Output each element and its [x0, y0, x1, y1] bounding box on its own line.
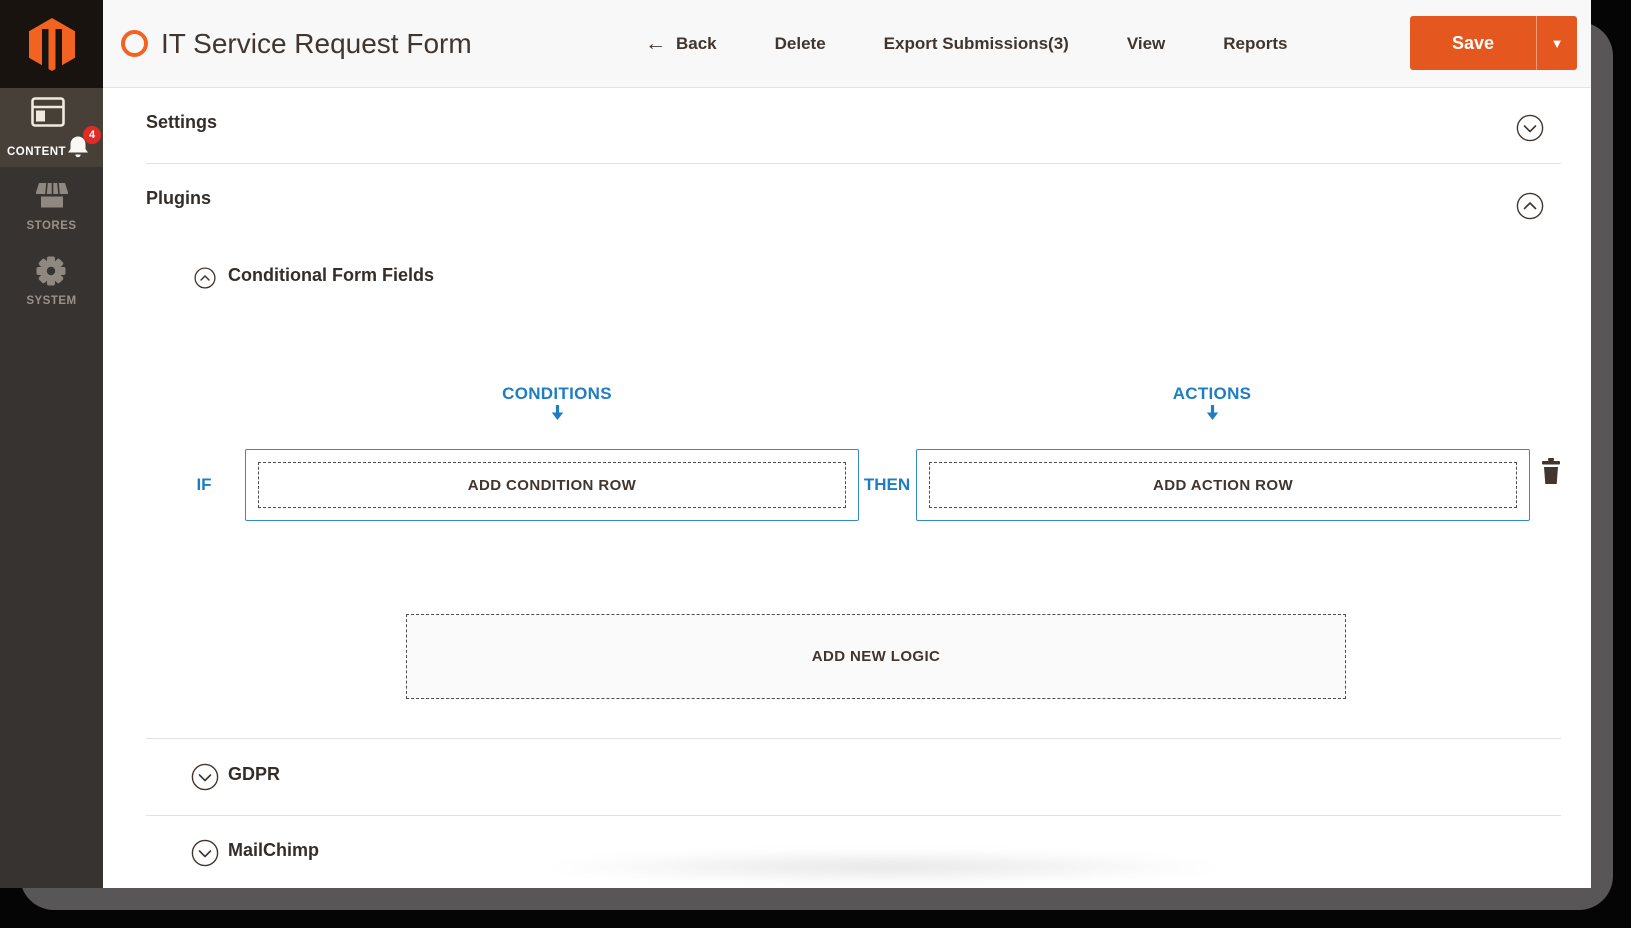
orange-ring-icon [121, 30, 148, 57]
conditions-box: ADD CONDITION ROW [245, 449, 859, 521]
sidebar-item-label: STORES [26, 220, 77, 232]
notifications-bell[interactable]: 4 [65, 126, 101, 162]
chevron-down-circle-icon [191, 763, 219, 791]
conditional-fields-collapse-button[interactable] [194, 267, 216, 289]
arrow-down-icon [550, 405, 565, 421]
scroll-shadow [543, 851, 1223, 883]
admin-window: CONTENT 4 STORES SYSTEM IT Service Reque… [0, 0, 1591, 888]
gear-icon [36, 256, 66, 291]
chevron-up-circle-icon [194, 267, 216, 289]
sidebar-item-content[interactable]: CONTENT 4 [0, 88, 103, 167]
accordion-plugins[interactable]: Plugins [146, 188, 211, 209]
chevron-up-circle-icon [1516, 192, 1544, 220]
reports-button[interactable]: Reports [1223, 34, 1287, 54]
delete-button[interactable]: Delete [775, 34, 826, 54]
if-label: IF [196, 475, 212, 494]
arrow-down-icon [1205, 405, 1220, 421]
notification-badge: 4 [83, 126, 101, 144]
desktop-background: CONTENT 4 STORES SYSTEM IT Service Reque… [0, 0, 1631, 928]
sidebar-item-system[interactable]: SYSTEM [0, 252, 103, 307]
save-button[interactable]: Save [1410, 16, 1536, 70]
back-arrow-icon: ← [645, 32, 666, 55]
storefront-icon [35, 181, 69, 214]
page-header: IT Service Request Form ← Back Delete Ex… [103, 0, 1591, 88]
mailchimp-expand-button[interactable] [191, 839, 219, 867]
actions-box: ADD ACTION ROW [916, 449, 1530, 521]
sidebar-item-stores[interactable]: STORES [0, 177, 103, 232]
mailchimp-title[interactable]: MailChimp [228, 840, 319, 861]
form-editor-panel: Settings Plugins Conditional Form Fields… [103, 88, 1591, 888]
save-split-button: Save ▼ [1410, 16, 1577, 70]
view-button[interactable]: View [1127, 34, 1165, 54]
plugins-collapse-button[interactable] [1516, 192, 1544, 220]
content-layout-icon [31, 97, 65, 132]
sidebar-item-label: SYSTEM [26, 295, 77, 307]
then-label: THEN [863, 475, 911, 494]
add-new-logic-button[interactable]: ADD NEW LOGIC [406, 614, 1346, 699]
add-condition-row-button[interactable]: ADD CONDITION ROW [258, 462, 846, 508]
back-label: Back [676, 33, 717, 53]
title-wrap: IT Service Request Form [121, 0, 472, 87]
export-submissions-button[interactable]: Export Submissions(3) [884, 34, 1069, 54]
trash-icon [1542, 458, 1560, 484]
section-divider [146, 738, 1561, 739]
actions-header: ACTIONS [1172, 384, 1252, 403]
chevron-down-circle-icon [1516, 114, 1544, 142]
conditions-header: CONDITIONS [502, 384, 612, 403]
conditional-fields-title[interactable]: Conditional Form Fields [228, 265, 434, 286]
delete-logic-button[interactable] [1540, 458, 1562, 484]
page-title: IT Service Request Form [161, 27, 472, 59]
sidebar: CONTENT 4 STORES SYSTEM [0, 0, 103, 888]
caret-down-icon: ▼ [1550, 35, 1564, 51]
chevron-down-circle-icon [191, 839, 219, 867]
section-divider [146, 163, 1561, 164]
section-divider [146, 815, 1561, 816]
settings-expand-button[interactable] [1516, 114, 1544, 142]
magento-logo-icon [28, 17, 75, 71]
magento-logo[interactable] [0, 0, 103, 88]
add-action-row-button[interactable]: ADD ACTION ROW [929, 462, 1517, 508]
gdpr-title[interactable]: GDPR [228, 764, 280, 785]
sidebar-item-label: CONTENT [7, 146, 67, 158]
gdpr-expand-button[interactable] [191, 763, 219, 791]
back-button[interactable]: ← Back [645, 33, 717, 54]
header-nav: ← Back Delete Export Submissions(3) View… [645, 0, 1287, 87]
accordion-settings[interactable]: Settings [146, 112, 217, 133]
save-dropdown-caret[interactable]: ▼ [1537, 16, 1577, 70]
